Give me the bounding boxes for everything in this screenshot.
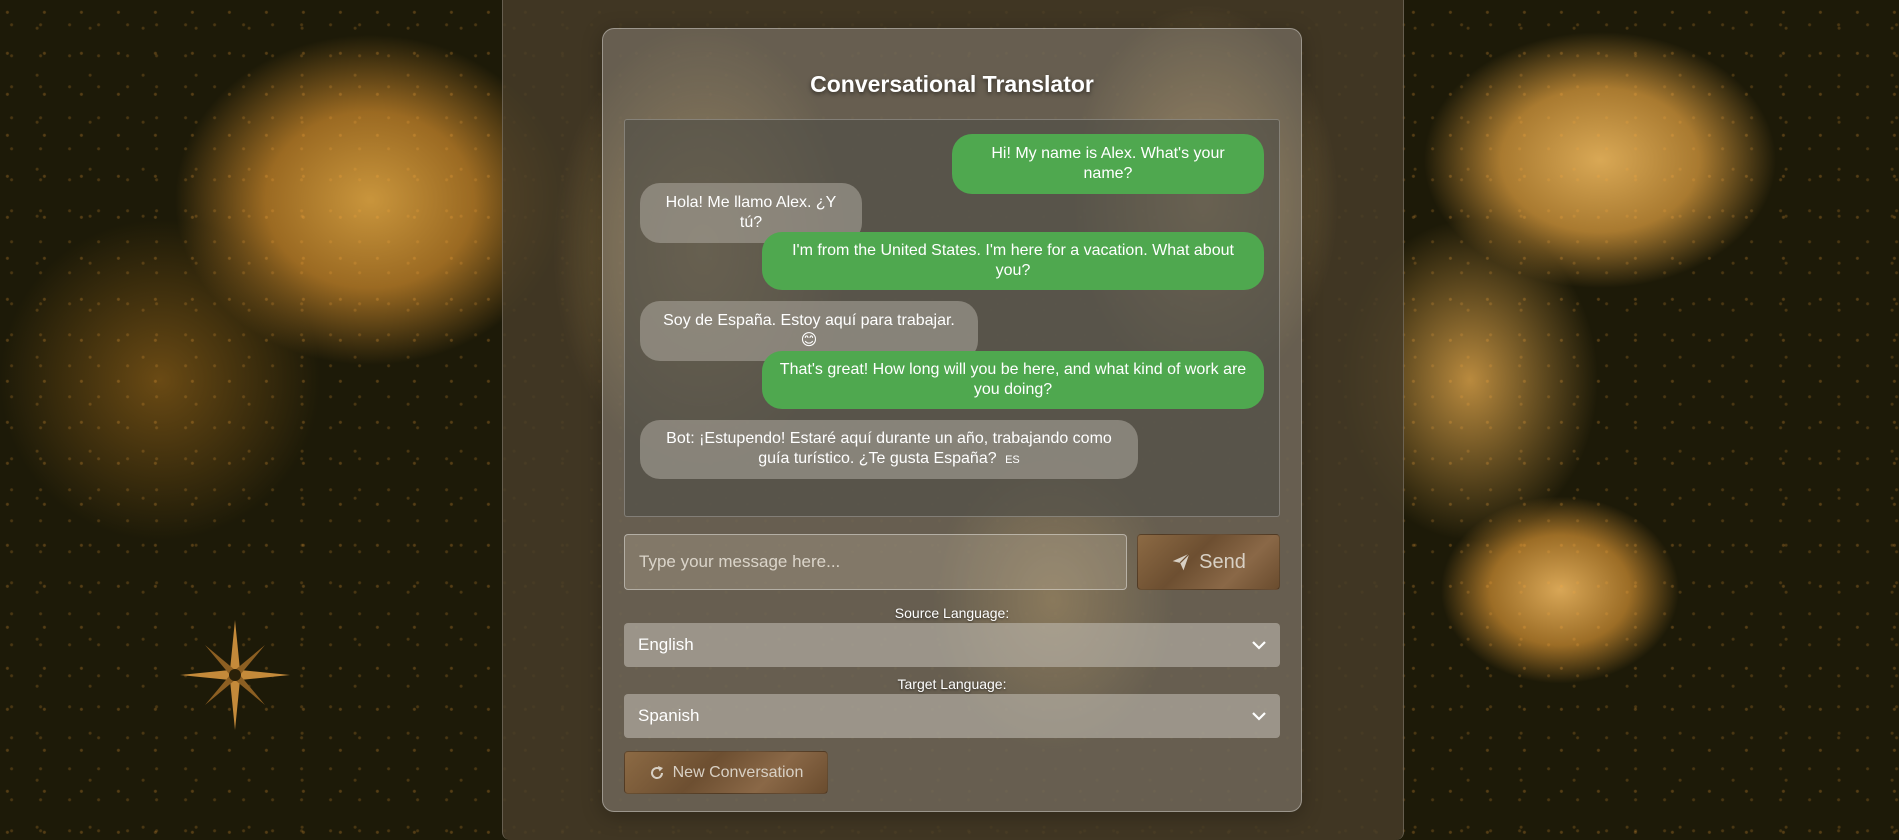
chat-window[interactable]: Hi! My name is Alex. What's your name? H… <box>624 119 1280 517</box>
translator-card: Conversational Translator Hi! My name is… <box>602 28 1302 812</box>
source-language-value: English <box>638 635 694 654</box>
source-language-label: Source Language: <box>894 605 1010 621</box>
chat-message-text: Bot: ¡Estupendo! Estaré aquí durante un … <box>666 430 1112 467</box>
chat-message-user: Hi! My name is Alex. What's your name? <box>952 134 1264 194</box>
paper-plane-icon <box>1172 553 1190 571</box>
new-conversation-button[interactable]: New Conversation <box>624 751 828 794</box>
message-input[interactable] <box>624 534 1127 590</box>
page-title: Conversational Translator <box>810 71 1094 97</box>
send-button[interactable]: Send <box>1137 534 1280 590</box>
send-button-label: Send <box>1199 550 1246 573</box>
chat-message-user: That's great! How long will you be here,… <box>762 351 1264 409</box>
new-conversation-label: New Conversation <box>672 763 804 781</box>
target-language-value: Spanish <box>638 706 700 725</box>
language-tag: ES <box>1005 454 1020 466</box>
source-language-select[interactable]: English <box>624 623 1280 667</box>
chevron-down-icon <box>1252 641 1266 650</box>
chat-message-bot: Bot: ¡Estupendo! Estaré aquí durante un … <box>640 420 1138 479</box>
target-language-select[interactable]: Spanish <box>624 694 1280 738</box>
message-input-row: Send <box>624 534 1280 590</box>
refresh-icon <box>650 765 663 779</box>
target-language-label: Target Language: <box>897 676 1007 692</box>
chevron-down-icon <box>1252 712 1266 721</box>
chat-message-user: I'm from the United States. I'm here for… <box>762 232 1264 290</box>
compass-rose-icon <box>180 620 290 730</box>
